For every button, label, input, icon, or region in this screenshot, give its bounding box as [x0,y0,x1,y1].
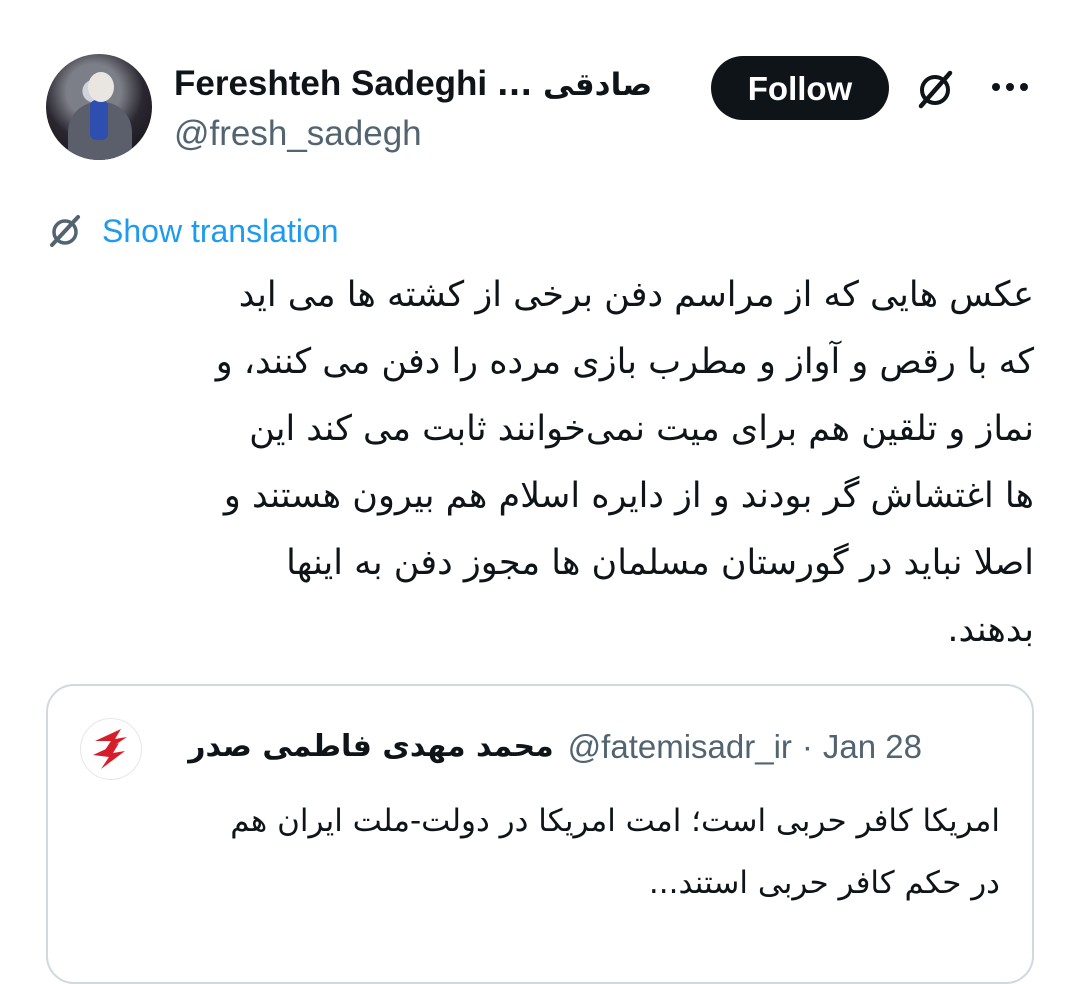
quoted-tweet-card[interactable]: Jan 28 · @fatemisadr_ir محمد مهدی فاطمی … [46,684,1034,984]
tasnim-logo-icon [93,729,127,769]
quoted-author-avatar[interactable] [80,718,142,780]
more-dots-icon[interactable] [990,72,1030,102]
author-name-latin[interactable]: Fereshteh Sadeghi [174,64,487,103]
quoted-tweet-separator: · [801,728,813,765]
author-display-name[interactable]: Fereshteh Sadeghi ... صادقی [174,62,652,106]
avatar-figure-scarf [90,100,108,140]
tweet-text: عکس هایی که از مراسم دفن برخی از کشته ها… [215,275,1034,650]
grok-icon[interactable] [912,66,958,112]
translate-icon [50,215,80,247]
quoted-author-name[interactable]: محمد مهدی فاطمی صدر [188,724,553,770]
follow-button[interactable]: Follow [711,56,889,120]
show-translation-link[interactable]: Show translation [102,210,339,252]
quoted-author-handle[interactable]: @fatemisadr_ir [568,724,792,770]
avatar-figure-head [88,72,114,102]
author-avatar[interactable] [46,54,152,160]
quoted-tweet-header: Jan 28 · @fatemisadr_ir محمد مهدی فاطمی … [188,724,922,770]
author-handle[interactable]: @fresh_sadegh [174,112,422,156]
quoted-tweet-date[interactable]: Jan 28 [823,724,922,770]
author-name-persian[interactable]: ... صادقی [497,67,652,103]
quoted-tweet-text: امریکا کافر حربی است؛ امت امریکا در دولت… [230,803,1000,901]
